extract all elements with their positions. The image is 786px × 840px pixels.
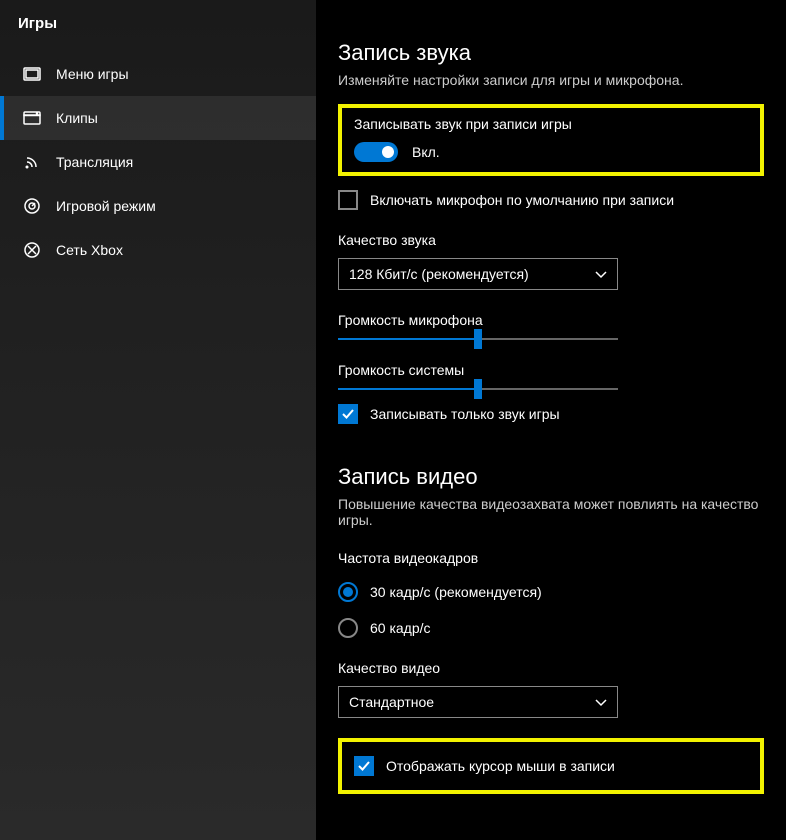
captures-icon [22,108,42,128]
broadcast-icon [22,152,42,172]
sidebar: Игры Меню игры Клипы Трансляция Игровой … [0,0,316,840]
audio-quality-label: Качество звука [338,232,764,248]
content-pane: Запись звука Изменяйте настройки записи … [316,0,786,840]
chevron-down-icon [595,266,607,282]
audio-section-title: Запись звука [338,40,764,66]
sidebar-item-label: Игровой режим [56,198,156,214]
sidebar-item-label: Трансляция [56,154,133,170]
fps-30-label: 30 кадр/с (рекомендуется) [370,584,542,600]
fps-30-radio[interactable] [338,582,358,602]
sys-volume-slider[interactable] [338,388,618,390]
mic-default-checkbox[interactable] [338,190,358,210]
sidebar-item-label: Меню игры [56,66,129,82]
video-section-desc: Повышение качества видеозахвата может по… [338,496,764,528]
highlight-record-audio: Записывать звук при записи игры Вкл. [338,104,764,176]
sidebar-item-broadcasting[interactable]: Трансляция [0,140,316,184]
xbox-icon [22,240,42,260]
sidebar-item-game-bar[interactable]: Меню игры [0,52,316,96]
fps-label: Частота видеокадров [338,550,764,566]
game-mode-icon [22,196,42,216]
fps-60-label: 60 кадр/с [370,620,431,636]
show-cursor-label: Отображать курсор мыши в записи [386,758,615,774]
game-only-label: Записывать только звук игры [370,406,560,422]
highlight-cursor: Отображать курсор мыши в записи [338,738,764,794]
sys-volume-label: Громкость системы [338,362,764,378]
sidebar-item-label: Клипы [56,110,98,126]
show-cursor-checkbox[interactable] [354,756,374,776]
video-quality-dropdown[interactable]: Стандартное [338,686,618,718]
chevron-down-icon [595,694,607,710]
sidebar-item-xbox[interactable]: Сеть Xbox [0,228,316,272]
game-bar-icon [22,64,42,84]
toggle-state-label: Вкл. [412,144,440,160]
record-audio-toggle[interactable] [354,142,398,162]
sidebar-item-captures[interactable]: Клипы [0,96,316,140]
mic-volume-label: Громкость микрофона [338,312,764,328]
mic-default-label: Включать микрофон по умолчанию при запис… [370,192,674,208]
video-section-title: Запись видео [338,464,764,490]
record-audio-label: Записывать звук при записи игры [354,116,748,132]
mic-volume-slider[interactable] [338,338,618,340]
fps-60-radio[interactable] [338,618,358,638]
game-only-checkbox[interactable] [338,404,358,424]
sidebar-title: Игры [0,15,316,52]
video-quality-value: Стандартное [349,694,434,710]
audio-quality-dropdown[interactable]: 128 Кбит/с (рекомендуется) [338,258,618,290]
sidebar-item-game-mode[interactable]: Игровой режим [0,184,316,228]
audio-quality-value: 128 Кбит/с (рекомендуется) [349,266,529,282]
audio-section-desc: Изменяйте настройки записи для игры и ми… [338,72,764,88]
sidebar-item-label: Сеть Xbox [56,242,123,258]
video-quality-label: Качество видео [338,660,764,676]
